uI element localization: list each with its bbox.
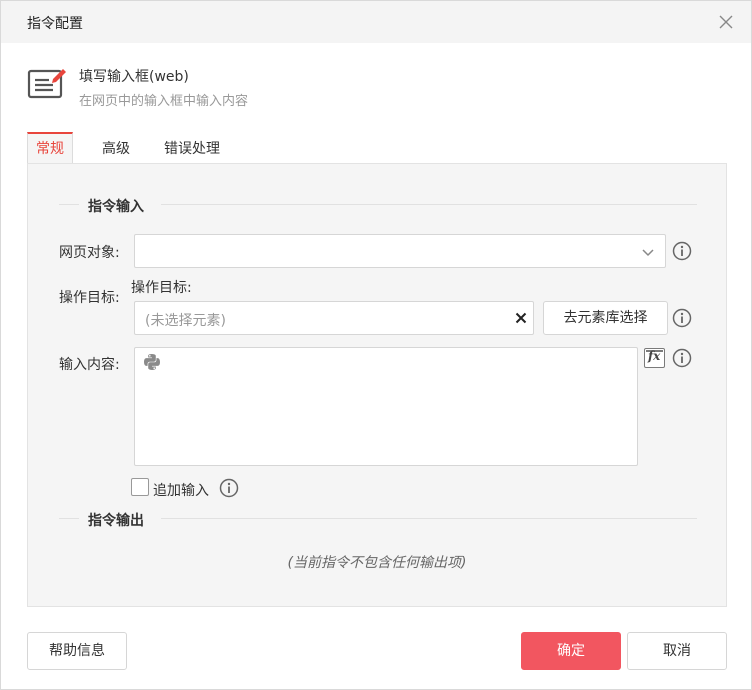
dialog-titlebar: 指令配置 xyxy=(1,1,751,43)
tab-advanced[interactable]: 高级 xyxy=(93,132,139,164)
command-description: 在网页中的输入框中输入内容 xyxy=(79,94,249,109)
append-input-checkbox[interactable] xyxy=(131,478,149,496)
append-input-label: 追加输入 xyxy=(153,483,209,499)
info-icon[interactable] xyxy=(672,308,692,328)
content-label: 输入内容: xyxy=(59,357,120,373)
content-textarea[interactable] xyxy=(134,347,638,466)
divider xyxy=(59,204,79,205)
close-icon[interactable] xyxy=(717,13,735,31)
confirm-button[interactable]: 确定 xyxy=(521,632,621,670)
target-element-field[interactable]: (未选择元素) xyxy=(134,301,534,335)
choose-from-library-button[interactable]: 去元素库选择 xyxy=(543,301,668,335)
target-label: 操作目标: xyxy=(59,290,120,306)
input-section-title: 指令输入 xyxy=(88,199,144,215)
tab-general[interactable]: 常规 xyxy=(27,132,73,164)
help-button[interactable]: 帮助信息 xyxy=(27,632,127,670)
fx-icon: fx xyxy=(648,349,661,363)
command-config-dialog: 指令配置 填写输入框(web) 在网页中的输入框中输入内容 常规 高级 错误处理… xyxy=(0,0,752,690)
no-output-note: (当前指令不包含任何输出项) xyxy=(287,555,467,571)
web-object-select[interactable] xyxy=(134,234,666,268)
python-icon xyxy=(144,354,160,370)
chevron-down-icon xyxy=(642,249,654,257)
info-icon[interactable] xyxy=(672,348,692,368)
clear-icon[interactable] xyxy=(515,312,527,324)
input-box-icon xyxy=(27,69,66,99)
target-placeholder: (未选择元素) xyxy=(145,313,226,329)
divider xyxy=(161,204,697,205)
dialog-title: 指令配置 xyxy=(27,16,83,32)
web-object-label: 网页对象: xyxy=(59,245,120,261)
output-section-title: 指令输出 xyxy=(88,513,144,529)
info-icon[interactable] xyxy=(219,478,239,498)
target-sub-label: 操作目标: xyxy=(131,280,192,296)
divider xyxy=(59,518,79,519)
divider xyxy=(161,518,697,519)
tab-error-handling[interactable]: 错误处理 xyxy=(157,132,227,164)
expression-editor-button[interactable]: fx xyxy=(644,348,665,368)
cancel-button[interactable]: 取消 xyxy=(627,632,727,670)
info-icon[interactable] xyxy=(672,241,692,261)
command-name: 填写输入框(web) xyxy=(79,69,189,85)
